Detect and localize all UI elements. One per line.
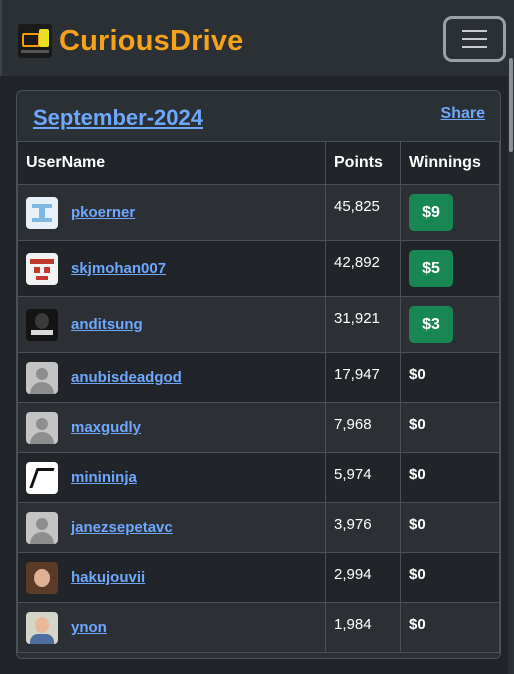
table-header-row: UserName Points Winnings	[17, 141, 500, 185]
points-value: 17,947	[334, 366, 380, 383]
points-value: 31,921	[334, 310, 380, 327]
photo-avatar	[26, 561, 58, 594]
table-row: janezsepetavc 3,976 $0	[17, 502, 500, 553]
winnings-cell: $0	[400, 552, 500, 603]
winnings-cell: $0	[400, 452, 500, 503]
points-cell: 45,825	[325, 184, 401, 241]
brand-link[interactable]: CuriousDrive	[18, 24, 244, 58]
tv-logo-icon	[18, 24, 52, 58]
navbar: CuriousDrive	[0, 0, 514, 76]
username-link[interactable]: anubisdeadgod	[71, 369, 182, 386]
table-row: maxgudly 7,968 $0	[17, 402, 500, 453]
blue-pattern-avatar	[26, 196, 58, 229]
points-value: 5,974	[334, 466, 372, 483]
points-value: 3,976	[334, 516, 372, 533]
month-title-link[interactable]: September-2024	[33, 105, 203, 131]
points-value: 45,825	[334, 198, 380, 215]
winnings-cell: $0	[400, 602, 500, 653]
winnings-cell: $9	[400, 184, 500, 241]
points-cell: 1,984	[325, 602, 401, 653]
username-link[interactable]: minininja	[71, 469, 137, 486]
default-user-icon	[26, 361, 58, 394]
points-cell: 5,974	[325, 452, 401, 503]
user-cell: anubisdeadgod	[17, 352, 326, 403]
winnings-cell: $5	[400, 240, 500, 297]
table-row: pkoerner 45,825 $9	[17, 184, 500, 241]
photo-avatar	[26, 308, 58, 341]
winnings-cell: $0	[400, 352, 500, 403]
winnings-cell: $0	[400, 402, 500, 453]
winnings-cell: $0	[400, 502, 500, 553]
leaderboard-table: UserName Points Winnings pkoerner 45,825…	[17, 141, 500, 653]
winnings-value: $0	[409, 616, 426, 633]
table-row: minininja 5,974 $0	[17, 452, 500, 503]
default-user-icon	[26, 411, 58, 444]
column-header-username: UserName	[17, 141, 326, 185]
points-cell: 3,976	[325, 502, 401, 553]
table-row: ynon 1,984 $0	[17, 602, 500, 653]
points-cell: 17,947	[325, 352, 401, 403]
user-cell: anditsung	[17, 296, 326, 353]
winnings-value: $0	[409, 516, 426, 533]
ninja-avatar	[26, 461, 58, 494]
user-cell: ynon	[17, 602, 326, 653]
hamburger-icon-bar	[462, 46, 487, 48]
share-link[interactable]: Share	[441, 105, 485, 123]
username-link[interactable]: hakujouvii	[71, 569, 145, 586]
points-value: 2,994	[334, 566, 372, 583]
username-link[interactable]: janezsepetavc	[71, 519, 173, 536]
winnings-value: $0	[409, 566, 426, 583]
scrollbar-thumb[interactable]	[509, 58, 513, 152]
username-link[interactable]: skjmohan007	[71, 260, 166, 277]
username-link[interactable]: anditsung	[71, 316, 143, 333]
user-cell: maxgudly	[17, 402, 326, 453]
user-cell: pkoerner	[17, 184, 326, 241]
menu-toggle-button[interactable]	[443, 16, 506, 62]
user-cell: janezsepetavc	[17, 502, 326, 553]
points-cell: 42,892	[325, 240, 401, 297]
default-user-icon	[26, 511, 58, 544]
hamburger-icon-bar	[462, 38, 487, 40]
photo-avatar	[26, 611, 58, 644]
username-link[interactable]: maxgudly	[71, 419, 141, 436]
leaderboard-card: September-2024 Share UserName Points Win…	[16, 90, 501, 659]
user-cell: skjmohan007	[17, 240, 326, 297]
column-header-points: Points	[325, 141, 401, 185]
winnings-cell: $3	[400, 296, 500, 353]
table-row: anditsung 31,921 $3	[17, 296, 500, 353]
column-header-winnings: Winnings	[400, 141, 500, 185]
points-value: 1,984	[334, 616, 372, 633]
user-cell: minininja	[17, 452, 326, 503]
username-link[interactable]: pkoerner	[71, 204, 135, 221]
winnings-value: $0	[409, 366, 426, 383]
card-header: September-2024 Share	[17, 91, 500, 142]
winnings-value: $0	[409, 466, 426, 483]
username-link[interactable]: ynon	[71, 619, 107, 636]
winnings-badge: $3	[409, 306, 453, 343]
points-value: 7,968	[334, 416, 372, 433]
user-cell: hakujouvii	[17, 552, 326, 603]
hamburger-icon	[462, 30, 487, 32]
points-cell: 31,921	[325, 296, 401, 353]
table-row: anubisdeadgod 17,947 $0	[17, 352, 500, 403]
points-cell: 7,968	[325, 402, 401, 453]
brand-name: CuriousDrive	[59, 24, 244, 57]
red-pattern-avatar	[26, 252, 58, 285]
winnings-badge: $9	[409, 194, 453, 231]
winnings-value: $0	[409, 416, 426, 433]
winnings-badge: $5	[409, 250, 453, 287]
points-value: 42,892	[334, 254, 380, 271]
table-row: hakujouvii 2,994 $0	[17, 552, 500, 603]
table-row: skjmohan007 42,892 $5	[17, 240, 500, 297]
points-cell: 2,994	[325, 552, 401, 603]
